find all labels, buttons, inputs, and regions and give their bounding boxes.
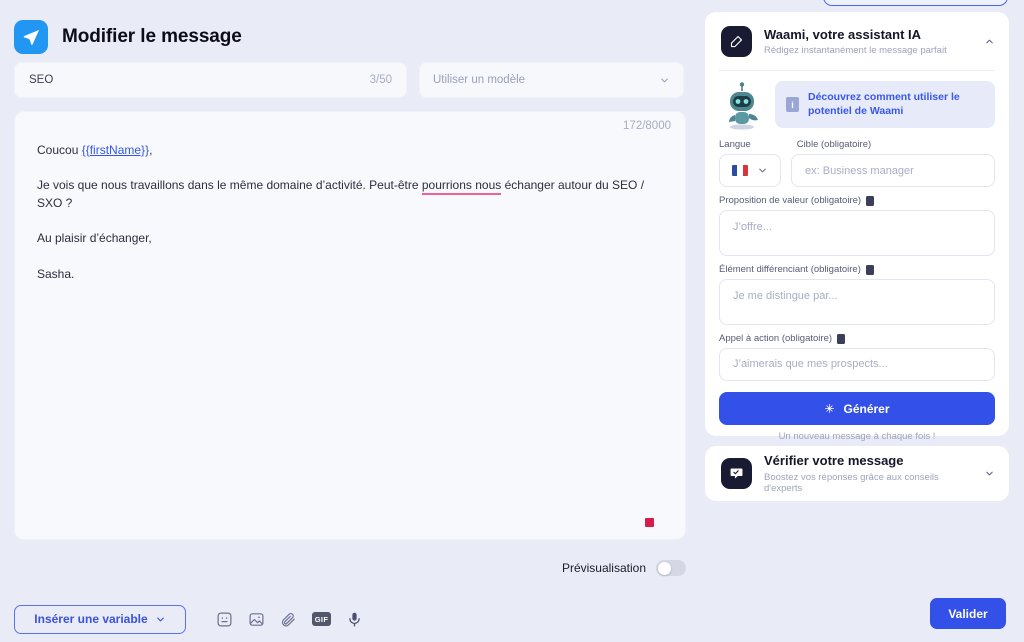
value-prop-group: Proposition de valeur (obligatoire) J’of… <box>719 195 995 256</box>
waami-panel: Waami, votre assistant IA Rédigez instan… <box>705 12 1009 442</box>
attachment-icon[interactable] <box>280 611 297 628</box>
chevron-down-icon[interactable] <box>984 468 995 479</box>
gif-icon[interactable]: GIF <box>312 612 331 626</box>
assistant-sidebar: Waami, votre assistant IA Rédigez instan… <box>705 0 1009 642</box>
lang-target-labels: Langue Cible (obligatoire) <box>719 139 995 154</box>
waami-panel-header[interactable]: Waami, votre assistant IA Rédigez instan… <box>705 12 1009 70</box>
verify-panel-header[interactable]: Vérifier votre message Boostez vos répon… <box>705 453 1009 494</box>
subject-input[interactable]: SEO 3/50 <box>14 62 407 98</box>
preview-label: Prévisualisation <box>561 561 646 575</box>
waami-promo-text: Découvrez comment utiliser le potentiel … <box>808 91 960 117</box>
chevron-down-icon <box>759 168 766 173</box>
grammar-suggestion[interactable]: pourrions nous <box>421 178 502 196</box>
differentiator-group: Élément différenciant (obligatoire) Je m… <box>719 264 995 325</box>
greeting-suffix: , <box>149 143 153 157</box>
message-line-4: Sasha. <box>37 266 75 281</box>
toolbar-icons: GIF <box>216 611 363 628</box>
insert-variable-label: Insérer une variable <box>34 612 148 626</box>
waami-header-text: Waami, votre assistant IA Rédigez instan… <box>764 27 972 56</box>
emoji-icon[interactable] <box>216 611 233 628</box>
insert-variable-button[interactable]: Insérer une variable <box>14 604 186 634</box>
chevron-down-icon <box>661 78 668 82</box>
toggle-knob <box>657 561 671 575</box>
waami-form: Langue Cible (obligatoire) ex: Business … <box>705 133 1009 442</box>
preview-toggle[interactable] <box>656 560 686 576</box>
preview-toggle-row: Prévisualisation <box>0 560 700 576</box>
robot-mascot-icon <box>729 82 758 130</box>
verify-title: Vérifier votre message <box>764 453 904 469</box>
cta-input[interactable]: J’aimerais que mes prospects... <box>719 348 995 381</box>
greeting-text: Coucou <box>37 143 82 157</box>
language-label: Langue <box>719 139 751 150</box>
page-header: Modifier le message <box>0 0 700 60</box>
message-line-1: Coucou {{firstName}}, <box>37 142 663 159</box>
differentiator-label: Élément différenciant (obligatoire) <box>719 264 995 275</box>
generate-note: Un nouveau message à chaque fois ! <box>778 431 936 442</box>
differentiator-input[interactable]: Je me distingue par... <box>719 279 995 325</box>
microphone-icon[interactable] <box>346 611 363 628</box>
page-title: Modifier le message <box>62 26 242 47</box>
verify-header-text: Vérifier votre message Boostez vos répon… <box>764 453 972 493</box>
differentiator-label-text: Élément différenciant (obligatoire) <box>719 264 861 275</box>
editor-toolbar: Insérer une variable GIF <box>0 596 700 642</box>
cta-label-text: Appel à action (obligatoire) <box>719 333 833 344</box>
message-text: Coucou {{firstName}}, Je vois que nous t… <box>15 112 685 283</box>
partially-visible-top-control[interactable] <box>823 0 1008 6</box>
waami-promo-row: i Découvrez comment utiliser le potentie… <box>705 71 1009 133</box>
flag-fr-icon <box>732 165 748 176</box>
message-body-editor[interactable]: 172/8000 Coucou {{firstName}}, Je vois q… <box>14 111 686 540</box>
verify-panel[interactable]: Vérifier votre message Boostez vos répon… <box>705 446 1009 501</box>
lang-target-row: ex: Business manager <box>719 154 995 187</box>
variable-token-firstname[interactable]: {{firstName}} <box>82 143 149 157</box>
info-icon[interactable] <box>865 264 874 275</box>
generate-button[interactable]: Générer <box>719 392 995 425</box>
info-icon[interactable] <box>837 333 846 344</box>
subject-value: SEO <box>29 74 54 86</box>
generate-label: Générer <box>843 401 890 416</box>
app-root: Modifier le message SEO 3/50 Utiliser un… <box>0 0 1024 642</box>
validate-button[interactable]: Valider <box>930 598 1006 629</box>
subject-char-counter: 3/50 <box>369 74 392 86</box>
target-input[interactable]: ex: Business manager <box>791 154 995 187</box>
template-placeholder: Utiliser un modèle <box>433 74 526 86</box>
waami-subtitle: Rédigez instantanément le message parfai… <box>764 45 947 57</box>
language-select[interactable] <box>719 154 781 187</box>
message-editor-panel: Modifier le message SEO 3/50 Utiliser un… <box>0 0 700 642</box>
waami-promo-banner[interactable]: i Découvrez comment utiliser le potentie… <box>775 81 995 129</box>
sparkle-icon <box>825 404 835 413</box>
speech-bubble-check-icon <box>721 458 752 489</box>
verify-subtitle: Boostez vos réponses grâce aux conseils … <box>764 471 939 494</box>
message-line-2: Je vois que nous travaillons dans le mêm… <box>37 177 663 212</box>
info-icon[interactable] <box>866 195 875 206</box>
target-label: Cible (obligatoire) <box>796 139 872 150</box>
cursor-marker <box>645 518 654 527</box>
value-prop-label: Proposition de valeur (obligatoire) <box>719 195 995 206</box>
cta-group: Appel à action (obligatoire) J’aimerais … <box>719 333 995 381</box>
image-icon[interactable] <box>248 611 265 628</box>
line2-part-a: Je vois que nous travaillons dans le mêm… <box>37 178 422 193</box>
value-prop-input[interactable]: J’offre... <box>719 210 995 256</box>
message-line-3: Au plaisir d’échanger, <box>37 231 152 246</box>
waami-title: Waami, votre assistant IA <box>764 26 922 42</box>
chevron-down-icon <box>156 617 164 621</box>
pencil-square-icon <box>721 26 752 57</box>
chevron-up-icon[interactable] <box>984 36 995 47</box>
value-prop-label-text: Proposition de valeur (obligatoire) <box>719 195 862 206</box>
info-icon: i <box>786 97 799 113</box>
send-paper-plane-icon <box>14 20 48 54</box>
message-char-counter: 172/8000 <box>623 120 671 132</box>
template-select[interactable]: Utiliser un modèle <box>419 62 684 98</box>
cta-label: Appel à action (obligatoire) <box>719 333 995 344</box>
subject-row: SEO 3/50 Utiliser un modèle <box>0 62 700 98</box>
